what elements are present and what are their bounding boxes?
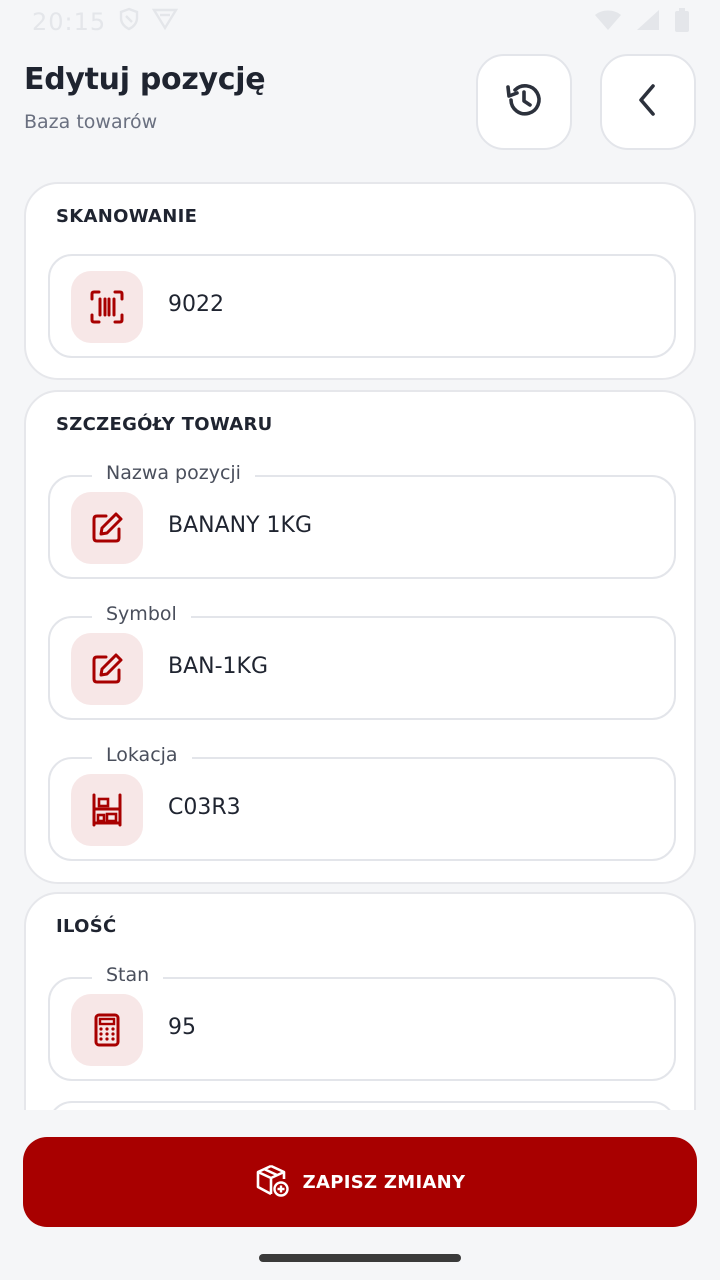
page-subtitle: Baza towarów [24, 111, 158, 133]
details-card: SZCZEGÓŁY TOWARU Nazwa pozycji BANANY 1K… [24, 390, 696, 884]
symbol-value: BAN-1KG [168, 654, 269, 679]
location-field[interactable]: Lokacja C03R3 [48, 744, 676, 861]
status-bar: 20:15 [0, 0, 720, 44]
stock-label: Stan [92, 964, 164, 986]
calculator-icon [71, 994, 143, 1066]
save-changes-button[interactable]: ZAPISZ ZMIANY [23, 1137, 697, 1227]
battery-icon [674, 8, 690, 36]
location-label: Lokacja [92, 744, 192, 766]
signal-icon [636, 9, 660, 35]
item-name-label: Nazwa pozycji [92, 462, 255, 484]
wifi-icon [594, 9, 622, 35]
chevron-left-icon [633, 83, 663, 121]
scan-card: SKANOWANIE 9022 [24, 182, 696, 380]
save-changes-label: ZAPISZ ZMIANY [302, 1171, 466, 1193]
item-name-value: BANANY 1KG [168, 513, 313, 538]
status-time: 20:15 [32, 8, 107, 36]
location-value: C03R3 [168, 795, 241, 820]
barcode-field[interactable]: 9022 [48, 254, 676, 358]
edit-icon [71, 492, 143, 564]
edit-icon [71, 633, 143, 705]
symbol-label: Symbol [92, 603, 191, 625]
history-button[interactable] [476, 54, 572, 150]
shelf-icon [71, 774, 143, 846]
form-scroll-area[interactable]: SKANOWANIE 9022 SZCZEGÓŁY TOWARU Nazwa p… [0, 180, 720, 1110]
page-header: Edytuj pozycję Baza towarów [24, 54, 696, 152]
next-field-partial[interactable] [48, 1101, 676, 1110]
history-icon [503, 79, 545, 125]
symbol-field[interactable]: Symbol BAN-1KG [48, 603, 676, 720]
quantity-card: ILOŚĆ Stan 95 [24, 892, 696, 1110]
stock-field[interactable]: Stan 95 [48, 964, 676, 1081]
page-title: Edytuj pozycję [24, 62, 266, 97]
scan-card-title: SKANOWANIE [56, 206, 198, 227]
back-button[interactable] [600, 54, 696, 150]
quantity-card-title: ILOŚĆ [56, 916, 117, 937]
app-notification-icon [152, 7, 179, 37]
item-name-field[interactable]: Nazwa pozycji BANANY 1KG [48, 462, 676, 579]
package-add-icon [255, 1163, 289, 1202]
barcode-scan-icon[interactable] [71, 271, 143, 343]
home-indicator[interactable] [259, 1254, 461, 1262]
shield-icon [118, 7, 140, 37]
stock-value: 95 [168, 1015, 196, 1040]
details-card-title: SZCZEGÓŁY TOWARU [56, 414, 273, 435]
barcode-value: 9022 [168, 292, 224, 317]
